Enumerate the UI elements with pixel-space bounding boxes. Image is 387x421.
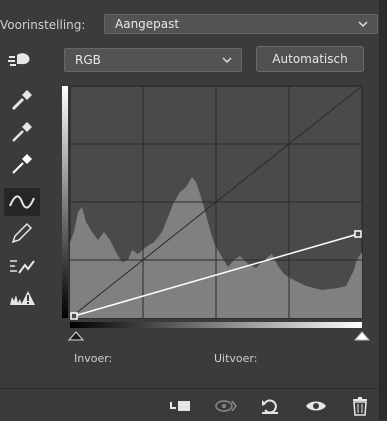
- preset-value: Aangepast: [115, 17, 180, 31]
- auto-button[interactable]: Automatisch: [256, 46, 364, 72]
- target-adjust-tool[interactable]: [2, 46, 38, 74]
- clipping-warning-icon: [10, 291, 35, 305]
- black-point-eyedropper[interactable]: [4, 86, 40, 114]
- black-input-slider[interactable]: [67, 331, 85, 341]
- white-input-slider[interactable]: [353, 331, 370, 341]
- curve-point-black[interactable]: [70, 312, 78, 320]
- delete-button[interactable]: [346, 395, 374, 417]
- view-previous-icon: [215, 400, 237, 412]
- reset-button[interactable]: [256, 395, 284, 417]
- view-previous-button[interactable]: [212, 395, 240, 417]
- target-adjust-icon: [8, 53, 30, 66]
- curve-point-white[interactable]: [354, 230, 362, 238]
- pencil-tool[interactable]: [4, 220, 40, 248]
- smooth-curve-tool[interactable]: [4, 252, 40, 280]
- channel-row: RGB Automatisch: [0, 46, 387, 74]
- smooth-curve-icon: [10, 260, 35, 274]
- visibility-eye-icon: [306, 401, 326, 411]
- curve-points-icon: [9, 195, 35, 209]
- pencil-icon: [11, 222, 33, 244]
- clip-to-layer-button[interactable]: [166, 395, 194, 417]
- clipping-warning-tool[interactable]: [4, 284, 40, 312]
- output-label: Uitvoer:: [214, 352, 258, 365]
- reset-icon: [262, 399, 278, 414]
- output-gradient-bar: [62, 86, 68, 318]
- channel-dropdown[interactable]: RGB: [64, 48, 242, 72]
- white-point-eyedropper-icon: [12, 154, 32, 174]
- preset-row: Voorinstelling: Aangepast: [0, 14, 387, 36]
- panel-edge: [379, 0, 387, 420]
- gray-point-eyedropper-icon: [12, 122, 32, 142]
- curve-points-tool[interactable]: [4, 188, 40, 216]
- chevron-down-icon: [358, 21, 368, 28]
- channel-value: RGB: [75, 53, 101, 67]
- gray-point-eyedropper[interactable]: [4, 118, 40, 146]
- curves-graph[interactable]: [58, 82, 370, 382]
- bottom-toolbar: [0, 388, 387, 421]
- visibility-button[interactable]: [302, 395, 330, 417]
- input-gradient-bar: [70, 322, 362, 328]
- preset-dropdown[interactable]: Aangepast: [104, 14, 378, 34]
- trash-icon: [353, 397, 367, 416]
- white-point-eyedropper[interactable]: [4, 150, 40, 178]
- chevron-down-icon: [222, 57, 232, 64]
- input-label: Invoer:: [74, 352, 113, 365]
- preset-label: Voorinstelling:: [0, 18, 86, 32]
- black-point-eyedropper-icon: [11, 90, 32, 111]
- clip-to-layer-icon: [170, 401, 190, 411]
